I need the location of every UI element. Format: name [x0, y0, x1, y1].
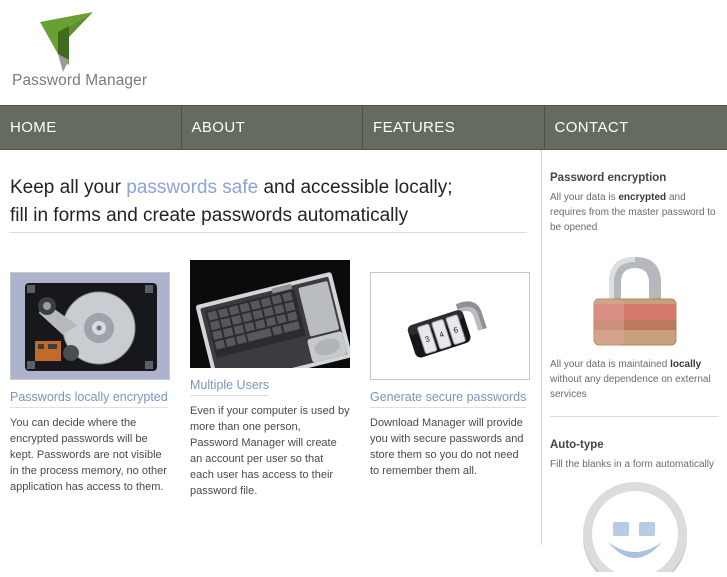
feature-2-title-link[interactable]: Multiple Users [190, 378, 270, 396]
hero-divider [9, 232, 527, 233]
sidebar-block-auto-type: Auto-type Fill the blanks in a form auto… [550, 439, 719, 577]
hero-accent-text: passwords safe [126, 177, 259, 198]
site-header: Password Manager [0, 0, 727, 105]
feature-3-body: Download Manager will provide you with s… [370, 417, 524, 477]
sidebar-block-2-text-after: without any dependence on external servi… [550, 374, 711, 400]
feature-column-3: 3 4 6 Generate secure passwords Download… [360, 272, 540, 499]
sidebar: Password encryption All your data is enc… [541, 150, 727, 577]
hard-disk-drive-image [10, 272, 170, 380]
padlock-icon-art [550, 241, 719, 351]
feature-2-body: Even if your computer is used by more th… [190, 405, 350, 497]
feature-columns: Passwords locally encrypted You can deci… [0, 260, 540, 499]
sidebar-block-1-text-before: All your data is [550, 192, 619, 203]
feature-1-title-link[interactable]: Passwords locally encrypted [10, 390, 168, 408]
hero-line1-before: Keep all your [10, 177, 127, 198]
nav-item-home[interactable]: HOME [0, 106, 182, 149]
feature-column-1: Passwords locally encrypted You can deci… [0, 272, 180, 499]
sidebar-block-3-title: Auto-type [550, 439, 604, 451]
sidebar-block-local-data: All your data is maintained locally with… [550, 357, 719, 402]
sidebar-block-3-text: Fill the blanks in a form automatically [550, 459, 714, 470]
logo[interactable]: Password Manager [6, 6, 206, 96]
combination-padlock-image: 3 4 6 [370, 272, 530, 380]
sidebar-block-2-text: All your data is maintained locally with… [550, 357, 719, 402]
hero-line-2: fill in forms and create passwords autom… [10, 205, 409, 226]
logo-text: Password Manager [12, 72, 148, 89]
nav-item-about[interactable]: ABOUT [182, 106, 363, 149]
feature-column-2: Multiple Users Even if your computer is … [180, 260, 360, 499]
page-body: Keep all your passwords safe and accessi… [0, 150, 727, 577]
laptop-keyboard-image [190, 260, 350, 368]
hero-line1-after: and accessible locally; [258, 177, 453, 198]
main-content: Keep all your passwords safe and accessi… [0, 150, 540, 545]
sidebar-block-password-encryption: Password encryption All your data is enc… [550, 172, 719, 351]
feature-1-body: You can decide where the encrypted passw… [10, 417, 167, 493]
green-ribbon-logo-icon [36, 10, 121, 72]
sidebar-divider [550, 416, 719, 417]
sidebar-block-1-title: Password encryption [550, 172, 667, 184]
sidebar-block-2-text-before: All your data is maintained [550, 359, 671, 370]
feature-3-title-link[interactable]: Generate secure passwords [370, 390, 527, 408]
smiley-face-icon-art [550, 480, 719, 577]
main-navigation: HOME ABOUT FEATURES CONTACT [0, 105, 727, 150]
hero-headline: Keep all your passwords safe and accessi… [0, 150, 540, 230]
sidebar-block-1-text-bold: encrypted [618, 192, 667, 203]
nav-item-features[interactable]: FEATURES [363, 106, 545, 149]
nav-item-contact[interactable]: CONTACT [545, 106, 727, 149]
hero-line-1: Keep all your passwords safe and accessi… [10, 174, 530, 202]
sidebar-block-2-text-bold: locally [670, 359, 702, 370]
sidebar-block-1-text: All your data is encrypted and requires … [550, 190, 719, 235]
